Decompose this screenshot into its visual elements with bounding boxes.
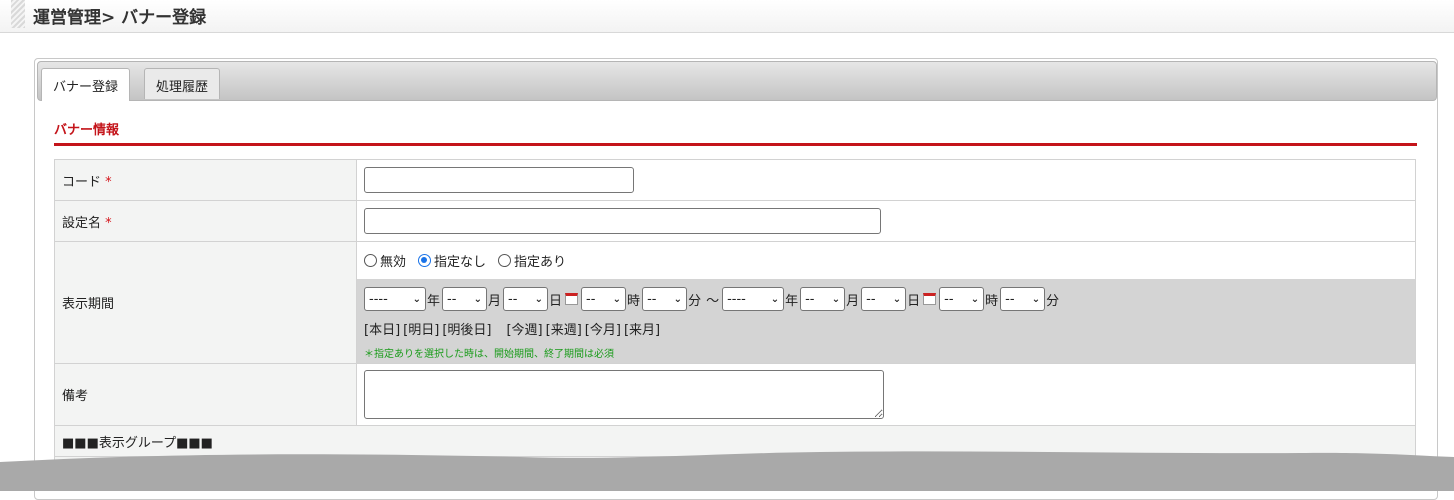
remarks-textarea[interactable] bbox=[364, 370, 884, 419]
shortcut-day-after-tomorrow[interactable]: [明後日] bbox=[442, 323, 491, 338]
chevron-down-icon: ⌄ bbox=[412, 293, 421, 305]
end-minute-select[interactable]: -- ⌄ bbox=[1000, 287, 1046, 311]
radio-specified-label: 指定あり bbox=[514, 255, 567, 270]
required-mark: * bbox=[105, 215, 112, 231]
radio-disabled[interactable]: 無効 bbox=[364, 251, 406, 270]
month-unit: 月 bbox=[488, 293, 502, 309]
end-day-select[interactable]: -- ⌄ bbox=[861, 287, 907, 311]
display-period-label: 表示期間 bbox=[62, 297, 115, 312]
banner-form-table: コード * 設定名 * 表示期間 無効 指定なし 指定あり ---- ⌄ 年 -… bbox=[54, 159, 1416, 477]
shortcut-tomorrow[interactable]: [明日] bbox=[403, 323, 439, 338]
remarks-label-cell: 備考 bbox=[54, 363, 357, 426]
end-hour-value: -- bbox=[944, 291, 954, 307]
form-row-display-period: 表示期間 無効 指定なし 指定あり ---- ⌄ 年 -- ⌄ 月 -- ⌄ 日… bbox=[54, 241, 1416, 364]
code-input[interactable] bbox=[364, 167, 634, 193]
shortcut-this-month[interactable]: [今月] bbox=[585, 323, 621, 338]
chevron-down-icon: ⌄ bbox=[770, 293, 780, 305]
form-row-remarks: 備考 bbox=[54, 363, 1416, 426]
torn-edge-shape bbox=[0, 451, 1454, 491]
radio-circle-icon[interactable] bbox=[364, 254, 377, 267]
start-minute-select[interactable]: -- ⌄ bbox=[642, 287, 688, 311]
setting-name-label: 設定名 bbox=[62, 215, 102, 231]
start-day-value: -- bbox=[508, 291, 518, 307]
end-month-value: -- bbox=[805, 291, 815, 307]
chevron-down-icon: ⌄ bbox=[612, 293, 622, 305]
code-label-cell: コード * bbox=[54, 159, 357, 201]
calendar-icon[interactable] bbox=[565, 293, 579, 305]
section-title: バナー情報 bbox=[54, 123, 120, 138]
torn-paper-edge bbox=[0, 451, 1454, 491]
page-header: 運営管理> バナー登録 bbox=[0, 0, 1454, 33]
setting-name-input[interactable] bbox=[364, 208, 881, 234]
radio-disabled-label: 無効 bbox=[380, 255, 407, 270]
header-stripe-decoration bbox=[11, 0, 25, 28]
tab-bar: バナー登録 処理履歴 bbox=[37, 61, 1437, 101]
period-radio-group: 無効 指定なし 指定あり bbox=[364, 251, 578, 270]
section-divider bbox=[54, 143, 1417, 146]
minute-unit: 分 bbox=[688, 293, 702, 309]
tab-banner-registration[interactable]: バナー登録 bbox=[41, 68, 131, 101]
required-mark: * bbox=[105, 174, 112, 190]
code-value-cell bbox=[356, 159, 1416, 201]
start-hour-value: -- bbox=[586, 291, 596, 307]
display-period-label-cell: 表示期間 bbox=[54, 241, 357, 364]
end-hour-select[interactable]: -- ⌄ bbox=[939, 287, 985, 311]
chevron-down-icon: ⌄ bbox=[534, 293, 544, 305]
radio-circle-checked-icon[interactable] bbox=[418, 254, 432, 267]
chevron-down-icon: ⌄ bbox=[1031, 293, 1041, 305]
start-day-select[interactable]: -- ⌄ bbox=[503, 287, 549, 311]
chevron-down-icon: ⌄ bbox=[970, 293, 980, 305]
radio-unspecified[interactable]: 指定なし bbox=[418, 251, 486, 270]
minute-unit: 分 bbox=[1046, 293, 1060, 309]
end-minute-value: -- bbox=[1005, 291, 1015, 307]
tab-process-history[interactable]: 処理履歴 bbox=[144, 68, 221, 99]
year-unit: 年 bbox=[427, 293, 441, 309]
start-hour-select[interactable]: -- ⌄ bbox=[581, 287, 627, 311]
end-year-select[interactable]: ---- ⌄ bbox=[722, 287, 785, 311]
form-row-setting-name: 設定名 * bbox=[54, 200, 1416, 242]
setting-name-value-cell bbox=[356, 200, 1416, 242]
start-month-value: -- bbox=[447, 291, 457, 307]
end-year-value: ---- bbox=[727, 291, 746, 307]
start-minute-value: -- bbox=[647, 291, 657, 307]
chevron-down-icon: ⌄ bbox=[892, 293, 902, 305]
shortcut-today[interactable]: [本日] bbox=[364, 323, 400, 338]
radio-specified[interactable]: 指定あり bbox=[498, 251, 566, 270]
chevron-down-icon: ⌄ bbox=[831, 293, 841, 305]
year-unit: 年 bbox=[785, 293, 799, 309]
period-note: ＊指定ありを選択した時は、開始期間、終了期間は必須 bbox=[364, 349, 614, 360]
period-radio-area: 無効 指定なし 指定あり bbox=[357, 242, 1415, 279]
hour-unit: 時 bbox=[985, 293, 999, 309]
end-day-value: -- bbox=[866, 291, 876, 307]
page-title: 運営管理> バナー登録 bbox=[33, 8, 207, 28]
start-year-select[interactable]: ---- ⌄ bbox=[364, 287, 426, 311]
radio-unspecified-label: 指定なし bbox=[434, 255, 487, 270]
remarks-value-cell bbox=[356, 363, 1416, 426]
display-period-value-cell: 無効 指定なし 指定あり ---- ⌄ 年 -- ⌄ 月 -- ⌄ 日 -- ⌄… bbox=[356, 241, 1416, 364]
radio-circle-icon[interactable] bbox=[498, 254, 512, 267]
start-month-select[interactable]: -- ⌄ bbox=[442, 287, 488, 311]
date-range-row: ---- ⌄ 年 -- ⌄ 月 -- ⌄ 日 -- ⌄ 時 -- ⌄ 分 ～ ---- ⌄ … bbox=[364, 286, 1415, 312]
form-row-code: コード * bbox=[54, 159, 1416, 201]
main-panel: バナー登録 処理履歴 バナー情報 コード * 設定名 * 表示期間 無効 指定な… bbox=[34, 58, 1438, 500]
day-unit: 日 bbox=[549, 293, 563, 309]
range-separator: ～ bbox=[706, 293, 720, 309]
code-label: コード bbox=[62, 174, 102, 190]
shortcut-this-week[interactable]: [今週] bbox=[506, 323, 542, 338]
remarks-label: 備考 bbox=[62, 389, 89, 404]
start-year-value: ---- bbox=[369, 291, 388, 307]
end-month-select[interactable]: -- ⌄ bbox=[800, 287, 846, 311]
calendar-icon[interactable] bbox=[923, 293, 937, 305]
month-unit: 月 bbox=[846, 293, 860, 309]
period-date-area: ---- ⌄ 年 -- ⌄ 月 -- ⌄ 日 -- ⌄ 時 -- ⌄ 分 ～ ---- ⌄ … bbox=[357, 279, 1415, 363]
hour-unit: 時 bbox=[627, 293, 641, 309]
date-shortcuts: [本日] [明日] [明後日] [今週] [来週] [今月] [来月] bbox=[364, 319, 1415, 338]
shortcut-next-week[interactable]: [来週] bbox=[546, 323, 582, 338]
chevron-down-icon: ⌄ bbox=[473, 293, 483, 305]
setting-name-label-cell: 設定名 * bbox=[54, 200, 357, 242]
day-unit: 日 bbox=[907, 293, 921, 309]
chevron-down-icon: ⌄ bbox=[673, 293, 683, 305]
shortcut-next-month[interactable]: [来月] bbox=[624, 323, 660, 338]
